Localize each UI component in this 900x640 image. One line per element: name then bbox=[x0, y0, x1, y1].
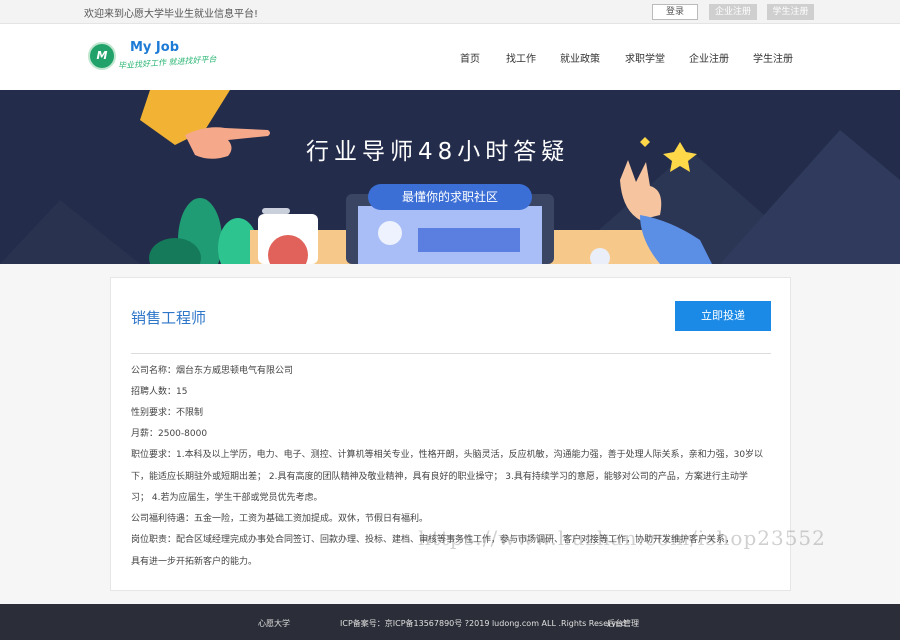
apply-button[interactable]: 立即投递 bbox=[675, 301, 771, 331]
student-register-button[interactable]: 学生注册 bbox=[767, 4, 814, 20]
logo-title[interactable]: My Job bbox=[130, 40, 179, 55]
nav-home[interactable]: 首页 bbox=[460, 50, 480, 65]
watermark: https://www.huzhan.com/ishop23552 bbox=[418, 526, 826, 550]
banner-pill[interactable]: 最懂你的求职社区 bbox=[368, 184, 532, 210]
requirements-line-2: 下，能适应长期驻外或短期出差； 2.具有高度的团队精神及敬业精神，具有良好的职业… bbox=[131, 472, 748, 482]
login-button[interactable]: 登录 bbox=[652, 4, 698, 20]
footer-school: 心愿大学 bbox=[258, 619, 290, 628]
logo-icon[interactable]: M bbox=[88, 42, 116, 70]
site-footer: 心愿大学 ICP备案号：京ICP备13567890号 ?2019 ludong.… bbox=[0, 604, 900, 640]
nav-job-school[interactable]: 求职学堂 bbox=[625, 50, 665, 65]
company-name: 公司名称：烟台东方威思顿电气有限公司 bbox=[131, 366, 294, 376]
nav-find-job[interactable]: 找工作 bbox=[506, 50, 536, 65]
footer-icp: ICP备案号：京ICP备13567890号 ?2019 ludong.com A… bbox=[340, 619, 627, 628]
requirements-line-3: 习； 4.若为应届生，学生干部或党员优先考虑。 bbox=[131, 493, 323, 503]
company-register-button[interactable]: 企业注册 bbox=[709, 4, 757, 20]
headcount: 招聘人数：15 bbox=[131, 387, 188, 397]
banner-illustration bbox=[0, 90, 900, 264]
banner-title: 行业导师48小时答疑 bbox=[306, 139, 570, 165]
requirements-line-1: 职位要求：1.本科及以上学历，电力、电子、测控、计算机等相关专业，性格开朗，头脑… bbox=[131, 450, 764, 460]
logo-slogan: 毕业找好工作 就进找好平台 bbox=[117, 54, 217, 71]
nav-student-register[interactable]: 学生注册 bbox=[753, 50, 793, 65]
salary: 月薪：2500-8000 bbox=[131, 429, 208, 439]
nav-policy[interactable]: 就业政策 bbox=[560, 50, 600, 65]
gender-requirement: 性别要求：不限制 bbox=[131, 408, 204, 418]
divider bbox=[131, 353, 771, 354]
hero-banner: 行业导师48小时答疑 最懂你的求职社区 bbox=[0, 90, 900, 264]
job-title: 销售工程师 bbox=[131, 309, 207, 327]
nav-company-register[interactable]: 企业注册 bbox=[689, 50, 729, 65]
duties-line-2: 具有进一步开拓新客户的能力。 bbox=[131, 557, 258, 567]
top-bar: 欢迎来到心愿大学毕业生就业信息平台! 登录 企业注册 学生注册 bbox=[0, 0, 900, 24]
site-header: M My Job 毕业找好工作 就进找好平台 首页 找工作 就业政策 求职学堂 … bbox=[0, 24, 900, 90]
welcome-text: 欢迎来到心愿大学毕业生就业信息平台! bbox=[84, 9, 259, 20]
footer-admin-link[interactable]: 后台管理 bbox=[607, 618, 639, 629]
